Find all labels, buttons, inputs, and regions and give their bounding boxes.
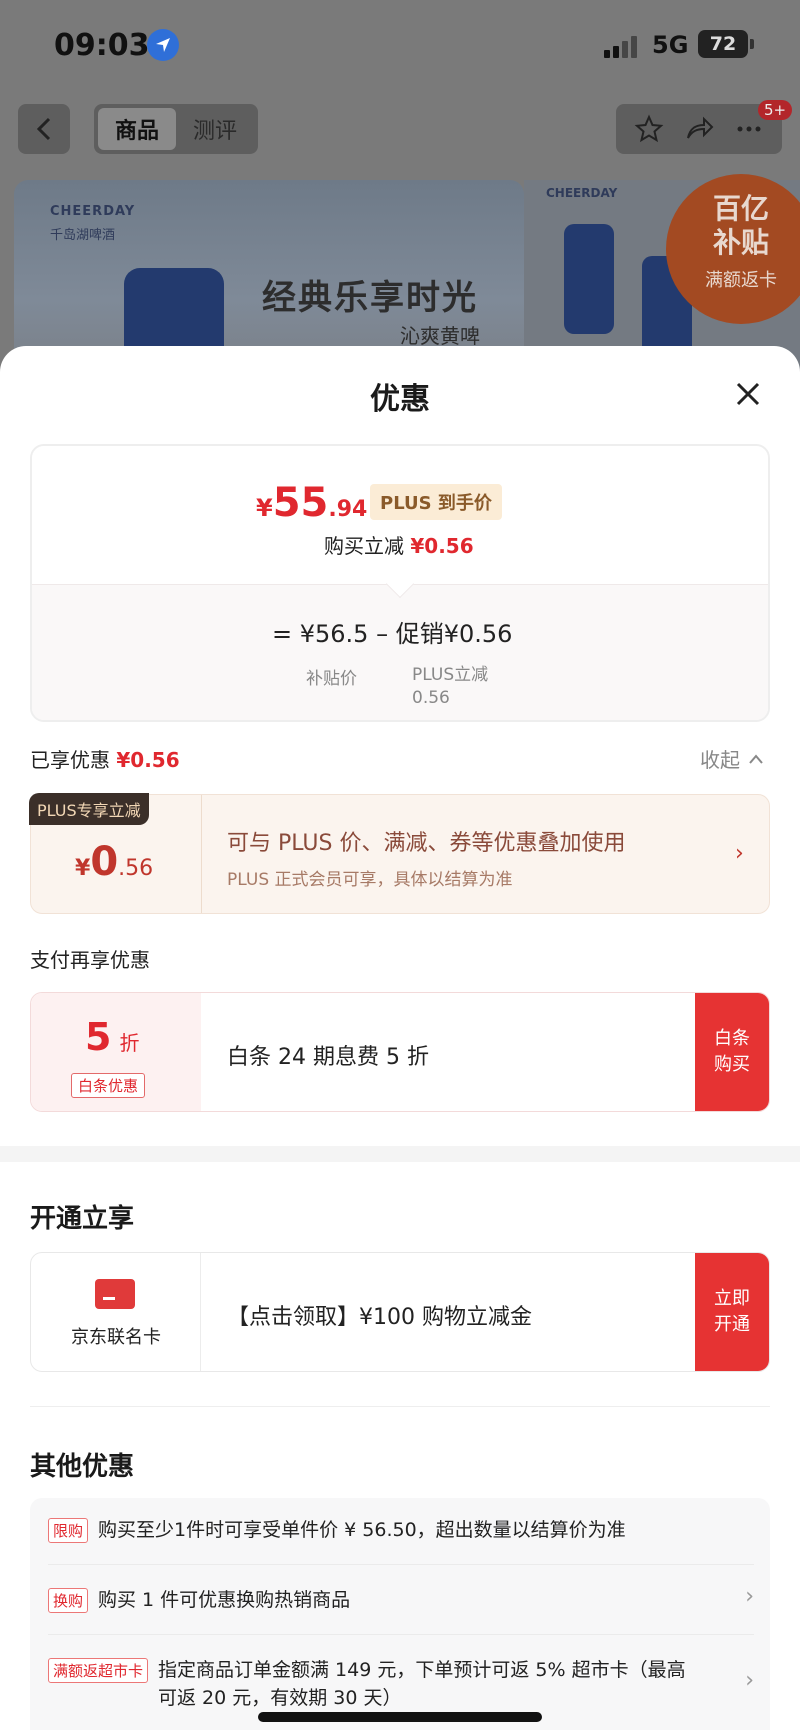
discount-sheet: 优惠 ¥ 55 .94 PLUS 到手价 购买立减 ¥0.56 = ¥56.5 …	[0, 346, 800, 1730]
subsidy-note: 满额返卡	[705, 270, 777, 291]
plus-amount: ¥ 0 .56	[75, 839, 154, 885]
offer-text: 指定商品订单金额满 149 元，下单预计可返 5% 超市卡（最高可返 20 元，…	[158, 1659, 686, 1709]
open-card-button[interactable]: 立即 开通	[695, 1253, 769, 1371]
pay-section-title: 支付再享优惠	[30, 948, 150, 972]
chevron-left-icon	[36, 117, 51, 141]
network-label: 5G	[652, 31, 689, 59]
subsidy-price-label: 补贴价	[306, 669, 357, 689]
baitiao-tag: 白条优惠	[71, 1073, 146, 1098]
chevron-right-icon: ›	[745, 1668, 754, 1693]
collapse-button[interactable]: 收起	[700, 744, 764, 773]
offer-text: 购买至少1件时可享受单件价 ¥ 56.50，超出数量以结算价为准	[98, 1519, 626, 1541]
banner-brand-sub: 千岛湖啤酒	[50, 228, 116, 243]
tab-review[interactable]: 测评	[176, 108, 254, 150]
offer-text: 购买 1 件可优惠换购热销商品	[98, 1589, 351, 1611]
offer-tag: 满额返超市卡	[48, 1658, 149, 1683]
offer-tag: 限购	[48, 1518, 89, 1543]
share-icon[interactable]	[684, 114, 714, 144]
close-icon[interactable]	[730, 376, 766, 412]
list-item: 限购 购买至少1件时可享受单件价 ¥ 56.50，超出数量以结算价为准	[48, 1516, 754, 1544]
chevron-right-icon: ›	[745, 1584, 754, 1609]
status-bar: 09:03 5G 72	[0, 0, 800, 90]
plus-description: 可与 PLUS 价、满减、券等优惠叠加使用	[227, 831, 626, 856]
banner-subtitle: 沁爽黄啤	[400, 324, 480, 348]
price-formula: = ¥56.5 – 促销¥0.56	[272, 620, 513, 648]
product-nav: 商品 测评	[0, 100, 800, 160]
beer-can-image	[564, 224, 614, 334]
baitiao-buy-button[interactable]: 白条 购买	[695, 993, 769, 1111]
banner-brand: CHEERDAY	[50, 204, 136, 219]
location-icon	[147, 29, 179, 61]
instant-reduction: 购买立减 ¥0.56	[324, 534, 474, 558]
price-card: ¥ 55 .94 PLUS 到手价 购买立减 ¥0.56 = ¥56.5 – 促…	[30, 444, 770, 722]
offer-tag: 换购	[48, 1588, 89, 1613]
jd-card-label: 京东联名卡	[71, 1327, 161, 1348]
sheet-title: 优惠	[370, 382, 430, 417]
final-price: ¥ 55 .94	[256, 480, 368, 526]
tab-switcher: 商品 测评	[94, 104, 258, 154]
back-button[interactable]	[18, 104, 70, 154]
baitiao-card: 5 折 白条优惠 白条 24 期息费 5 折 白条 购买	[30, 992, 770, 1112]
chevron-right-icon: ›	[735, 841, 744, 866]
baitiao-description: 白条 24 期息费 5 折	[227, 1045, 429, 1070]
list-item[interactable]: 换购 购买 1 件可优惠换购热销商品 ›	[48, 1584, 754, 1614]
open-section-title: 开通立享	[30, 1204, 135, 1234]
nav-actions	[616, 104, 782, 154]
enjoyed-discount: 已享优惠 ¥0.56	[30, 748, 180, 772]
plus-price-tag: PLUS 到手价	[370, 484, 502, 520]
chevron-up-icon	[749, 753, 763, 764]
subsidy-line1: 百亿	[712, 192, 769, 225]
signal-icon	[604, 36, 638, 58]
side-banner-brand: CHEERDAY	[546, 186, 618, 200]
baitiao-discount: 5 折	[85, 1015, 140, 1059]
plus-badge: PLUS专享立减	[29, 793, 149, 825]
jd-card-offer: 京东联名卡 【点击领取】¥100 购物立减金 立即 开通	[30, 1252, 770, 1372]
tab-product[interactable]: 商品	[98, 108, 176, 150]
subsidy-line2: 补贴	[712, 226, 769, 259]
plus-reduction-label: PLUS立减 0.56	[412, 665, 489, 708]
star-icon[interactable]	[634, 114, 664, 144]
plus-discount-card[interactable]: PLUS专享立减 ¥ 0 .56 可与 PLUS 价、满减、券等优惠叠加使用 P…	[29, 793, 770, 914]
status-time: 09:03	[54, 28, 150, 63]
list-item[interactable]: 满额返超市卡 指定商品订单金额满 149 元，下单预计可返 5% 超市卡（最高可…	[48, 1656, 754, 1712]
plus-note: PLUS 正式会员可享，具体以结算为准	[227, 870, 513, 890]
more-icon[interactable]	[734, 114, 764, 144]
jd-card-description: 【点击领取】¥100 购物立减金	[227, 1305, 532, 1330]
message-badge: 5+	[758, 100, 793, 120]
battery-icon: 72	[698, 30, 754, 58]
other-offers-list: 限购 购买至少1件时可享受单件价 ¥ 56.50，超出数量以结算价为准 换购 购…	[30, 1498, 770, 1730]
credit-card-icon	[95, 1279, 135, 1309]
other-section-title: 其他优惠	[30, 1452, 135, 1482]
banner-title: 经典乐享时光	[262, 278, 478, 318]
background-page: 09:03 5G 72 商品 测评 5+ CHEERDAY 千岛湖啤酒 经典乐享…	[0, 0, 800, 380]
home-indicator	[258, 1712, 542, 1722]
